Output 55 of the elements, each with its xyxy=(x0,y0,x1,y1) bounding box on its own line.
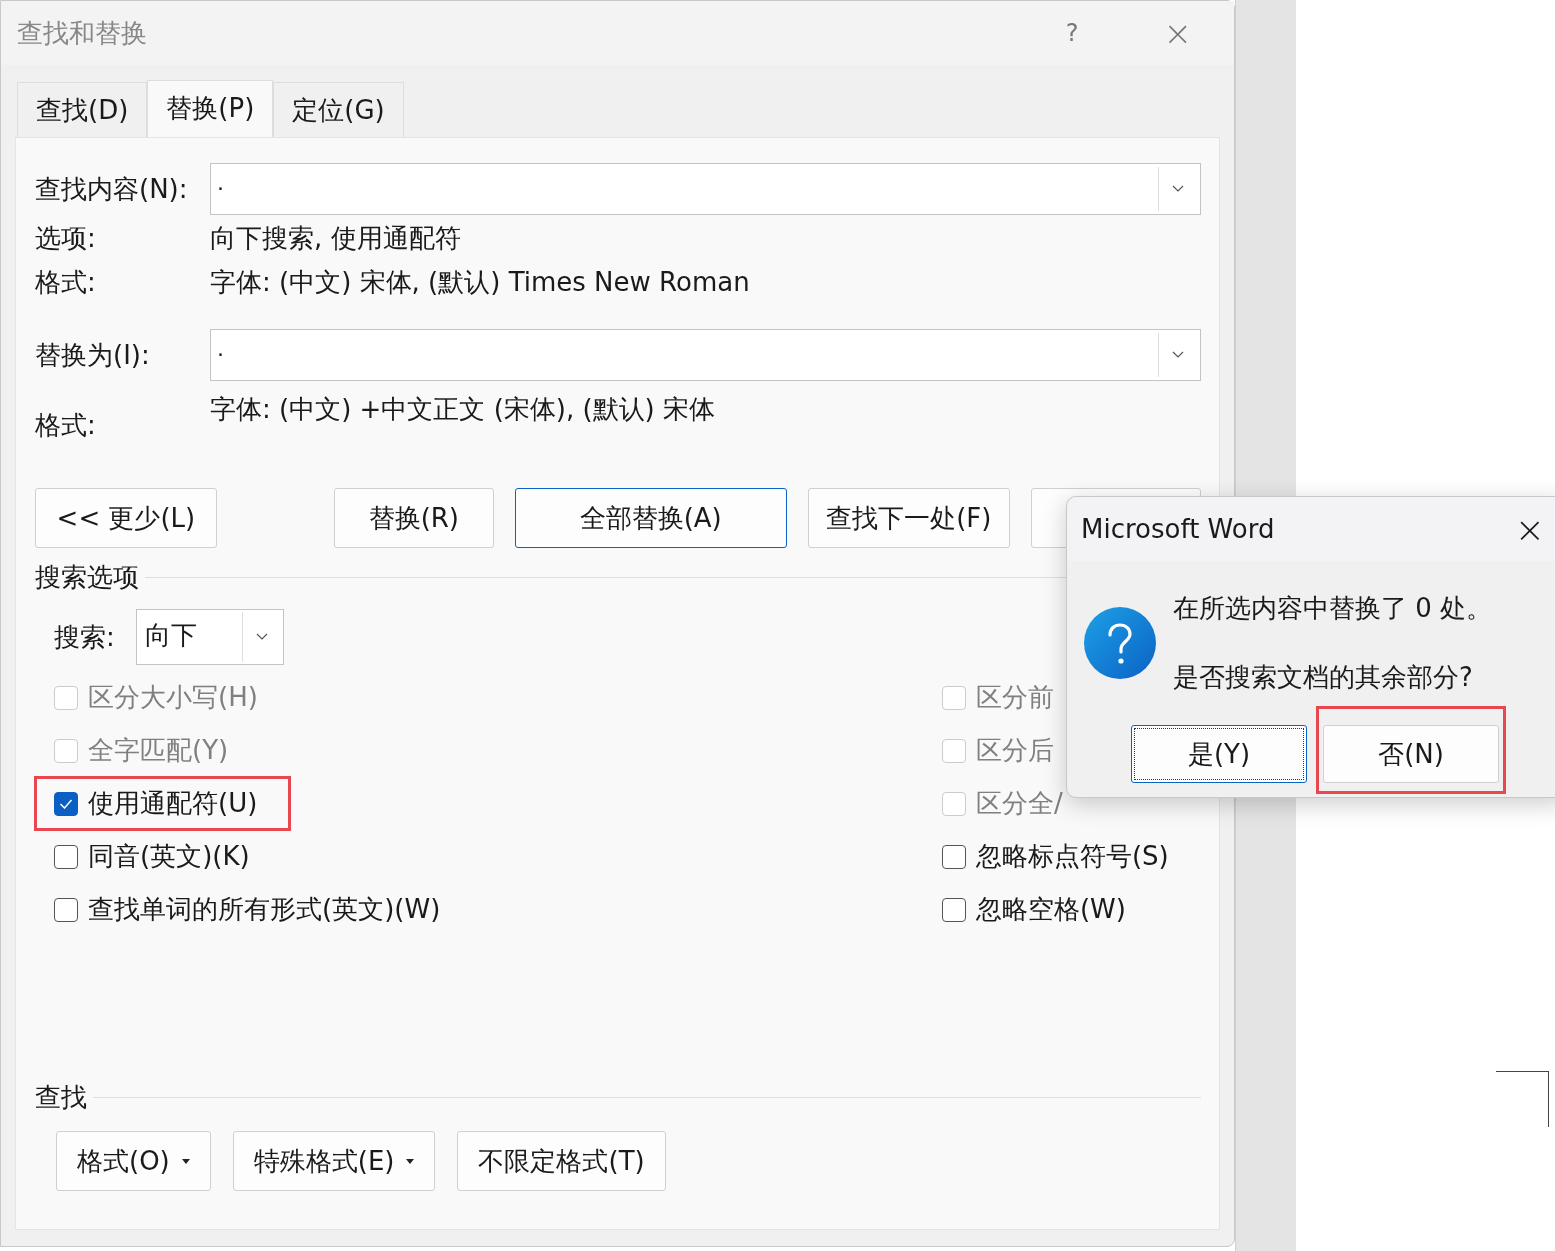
tab[interactable]: 查找(D) xyxy=(17,82,148,137)
tab[interactable]: 定位(G) xyxy=(273,82,404,137)
action-button[interactable]: << 更少(L) xyxy=(35,488,217,548)
checkmark-icon xyxy=(59,798,73,809)
chevron-icon xyxy=(1172,185,1184,193)
field-label: 搜索: xyxy=(54,620,116,654)
field-label: 选项: xyxy=(35,221,97,255)
options-text: 向下搜索, 使用通配符 xyxy=(210,221,461,255)
format-button[interactable]: 不限定格式(T) xyxy=(457,1131,666,1191)
message-text: 在所选内容中替换了 0 处。 xyxy=(1173,592,1493,625)
action-button[interactable]: 查找下一处(F) xyxy=(807,488,1011,548)
group-title: 搜索选项 xyxy=(35,561,139,594)
help-button[interactable]: ? xyxy=(1065,19,1079,47)
format-text: 字体: (中文) 宋体, (默认) Times New Roman xyxy=(210,265,750,299)
checkbox-label: 使用通配符(U) xyxy=(88,787,258,820)
find-field[interactable]: . xyxy=(210,163,1201,215)
checkbox-label: 全字匹配(Y) xyxy=(88,734,229,767)
field-label: 替换为(I): xyxy=(35,338,151,372)
field-label: 格式: xyxy=(35,265,97,299)
question-icon xyxy=(1083,606,1157,680)
tab[interactable]: 替换(P) xyxy=(147,80,274,137)
caret-icon xyxy=(406,1158,415,1164)
dialog-button[interactable]: 是(Y) xyxy=(1131,725,1307,783)
caret-icon xyxy=(181,1158,190,1164)
checkbox-label: 忽略标点符号(S) xyxy=(975,840,1169,873)
replace-field[interactable]: . xyxy=(210,329,1201,381)
checkbox-label: 区分大小写(H) xyxy=(88,681,258,714)
format-text: 字体: (中文) +中文正文 (宋体), (默认) 宋体 xyxy=(210,393,715,426)
checkbox[interactable] xyxy=(54,897,78,922)
chevron-icon xyxy=(256,633,268,641)
checkbox-label: 忽略空格(W) xyxy=(975,893,1126,926)
close-button[interactable]: × xyxy=(1163,13,1192,53)
close-button[interactable]: × xyxy=(1514,508,1545,550)
checkbox-label: 同音(英文)(K) xyxy=(88,840,250,873)
field-label: 查找内容(N): xyxy=(35,172,189,206)
checkbox-label: 区分前 xyxy=(975,681,1054,714)
checkbox-label: 区分后 xyxy=(975,734,1054,767)
window-title: Microsoft Word xyxy=(1081,514,1276,544)
action-button[interactable]: 替换(R) xyxy=(333,488,494,548)
checkbox[interactable] xyxy=(54,791,78,816)
field-label: 格式: xyxy=(35,409,97,442)
checkbox[interactable] xyxy=(941,897,966,922)
action-button[interactable]: 全部替换(A) xyxy=(514,488,787,548)
dialog-button[interactable]: 否(N) xyxy=(1323,725,1499,783)
chevron-icon xyxy=(1172,351,1184,359)
checkbox[interactable] xyxy=(54,844,78,869)
message-text: 是否搜索文档的其余部分? xyxy=(1173,661,1474,694)
format-button[interactable]: 格式(O) xyxy=(56,1131,211,1191)
format-button[interactable]: 特殊格式(E) xyxy=(232,1131,436,1191)
checkbox-label: 区分全/ xyxy=(975,787,1063,820)
window-title: 查找和替换 xyxy=(17,16,148,50)
checkbox[interactable] xyxy=(941,844,966,869)
direction-dropdown[interactable]: 向下 xyxy=(136,609,284,665)
group-title: 查找 xyxy=(35,1081,87,1114)
checkbox-label: 查找单词的所有形式(英文)(W) xyxy=(88,893,441,926)
